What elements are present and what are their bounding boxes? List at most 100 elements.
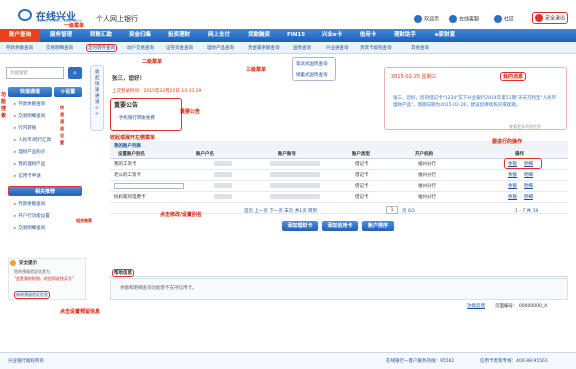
community-link[interactable]: 社区 xyxy=(494,15,514,23)
main-nav: 账户查询 服务管理 转账汇款 资金归集 投资理财 网上支付 贷款融资 FIN15… xyxy=(0,29,576,42)
col-branch: 开户机构 xyxy=(415,152,433,157)
nav-assistant[interactable]: 理财助手 xyxy=(386,29,424,42)
detail-link[interactable]: 明细 xyxy=(524,183,533,189)
quick-item[interactable]: 人民币/跨行汇款 xyxy=(14,137,51,143)
last-login: 上次登录时间：2015年02月25日 14:33:29 xyxy=(112,89,202,94)
logout-button[interactable]: 安全退出 xyxy=(532,12,569,24)
subnav-vip[interactable]: 贵宾卡级别查询 xyxy=(360,45,392,51)
welcome-page-link[interactable]: 欢迎页 xyxy=(414,15,439,23)
masked-name xyxy=(214,161,232,166)
message-more-link[interactable]: 查看更多消息信息 xyxy=(509,124,541,130)
feedback-link[interactable]: 功能反馈 xyxy=(467,303,485,309)
message-label: 我的消息 xyxy=(500,72,527,81)
message-body[interactable]: 张三，您好，您的借记卡*1234"实下兴业银行2014年第51期"天天万利宝"人… xyxy=(393,95,559,109)
balance-link[interactable]: 余额 xyxy=(508,172,517,178)
balance-link[interactable]: 余额 xyxy=(508,183,517,189)
page-input[interactable]: 1 xyxy=(386,206,398,214)
nav-service[interactable]: 服务管理 xyxy=(42,29,80,42)
annotation-collapse: 收起或展开左侧菜单 xyxy=(110,135,156,141)
tips-title: 安全提示 xyxy=(19,261,37,266)
masked-name xyxy=(214,194,232,199)
nav-fin15[interactable]: FIN15 xyxy=(280,29,312,42)
nav-invest[interactable]: 投资理财 xyxy=(160,29,198,42)
balance-link[interactable]: 余额 xyxy=(508,161,517,167)
nav-ecard[interactable]: 兴业e卡 xyxy=(314,29,350,42)
detail-link[interactable]: 明细 xyxy=(524,172,533,178)
subnav-xyt[interactable]: 兴业通查询 xyxy=(326,45,349,51)
related-title: 相关推荐 xyxy=(8,186,82,196)
subnav-other[interactable]: 其他查询 xyxy=(411,45,429,51)
annotation-l2: 二级菜单 xyxy=(142,59,163,65)
related-item[interactable]: 交易明细查询 xyxy=(14,225,45,231)
balance-link[interactable]: 余额 xyxy=(508,194,517,200)
help-text: 余额和明细查询功能暂不支持信用卡。 xyxy=(120,286,197,291)
quick-item[interactable]: 行内转账 xyxy=(14,125,36,131)
detail-link[interactable]: 明细 xyxy=(524,161,533,167)
header xyxy=(0,0,576,29)
subnav-deposit[interactable]: 存款余额查询 xyxy=(6,45,33,51)
online-service-link[interactable]: 在线客服 xyxy=(449,15,479,23)
annotation-notice: 重要公告 xyxy=(180,109,201,115)
account-alias[interactable]: 妈妈家的电费卡 xyxy=(114,194,146,200)
masked-number xyxy=(270,172,320,177)
sort-accounts-button[interactable]: 账户排序 xyxy=(362,221,394,231)
related-item[interactable]: 存款余额查询 xyxy=(14,201,45,207)
col-number: 账户账号 xyxy=(278,152,296,157)
subnav-fixed[interactable]: 定时转存查询 xyxy=(86,44,117,52)
table-row xyxy=(110,170,568,181)
nav-funds[interactable]: 资金归集 xyxy=(122,29,158,42)
add-credit-card-button[interactable]: 添加信用卡 xyxy=(322,221,358,231)
page-go-button[interactable]: 页 GO xyxy=(402,208,415,214)
account-alias[interactable]: 老公的工资卡 xyxy=(114,172,141,178)
subnav-metal[interactable]: 贵金属余额查询 xyxy=(248,45,280,51)
page-total: 1 - 7 共 19 xyxy=(515,209,539,214)
quick-item[interactable]: 信用卡申请 xyxy=(14,173,41,179)
tips-body: 您的预留验证信息为 xyxy=(14,269,50,274)
quick-item[interactable]: 理财产品购买 xyxy=(14,149,45,155)
col-alias: 设置账户别名 xyxy=(118,152,145,157)
notice-item[interactable]: 手机银行转账免费 xyxy=(116,115,155,121)
quick-settings-button[interactable]: ⚙设置 xyxy=(54,87,82,97)
dropdown-item[interactable]: 储蓄式国债查询 xyxy=(296,72,328,78)
subnav-wealth[interactable]: 理财产品查询 xyxy=(207,45,234,51)
detail-link[interactable]: 明细 xyxy=(524,194,533,200)
nav-account-query[interactable]: 账户查询 xyxy=(0,29,40,42)
function-search-input[interactable]: 功能搜索 xyxy=(6,67,64,79)
quick-item[interactable]: 交易明细查询 xyxy=(14,113,45,119)
nav-credit-card[interactable]: 信用卡 xyxy=(352,29,384,42)
account-branch: 福州分行 xyxy=(418,173,436,178)
nav-efamily[interactable]: e家财富 xyxy=(426,29,464,42)
subnav-active[interactable]: 动户交易查询 xyxy=(127,45,154,51)
col-name: 账户户名 xyxy=(196,152,214,157)
message-date: 2015-02-25 星期三 xyxy=(391,74,437,80)
account-alias[interactable] xyxy=(114,183,184,189)
col-type: 账户类型 xyxy=(352,152,370,157)
annotation-l1: 一级菜单 xyxy=(64,23,85,29)
pager[interactable]: 首页 上一页 下一页 末页 共1页 转到 xyxy=(244,208,317,214)
tips-edit-link[interactable]: 修改预留验证信息 xyxy=(14,291,50,299)
subnav-detail[interactable]: 交易明细查询 xyxy=(46,45,73,51)
account-alias[interactable]: 我的工资卡 xyxy=(114,161,137,167)
dropdown-item[interactable]: 笔试式国债查询 xyxy=(296,61,328,67)
annotation-l3: 三级菜单 xyxy=(246,67,267,73)
table-title: 我的账户列表 xyxy=(114,144,141,149)
quick-channel-title: 快速通道 xyxy=(8,87,52,97)
power-icon xyxy=(535,14,543,22)
nav-loan[interactable]: 贷款融资 xyxy=(240,29,278,42)
add-wealth-card-button[interactable]: 添加理财卡 xyxy=(282,221,318,231)
related-item[interactable]: 开户行功能设置 xyxy=(14,213,50,219)
masked-number xyxy=(270,161,320,166)
collapse-label[interactable]: 收起快速通道<< xyxy=(95,70,101,118)
quick-item[interactable]: 存款余额查询 xyxy=(14,101,45,107)
search-button[interactable]: ⌕ xyxy=(68,67,82,79)
quick-item[interactable]: 我的理财产品 xyxy=(14,161,45,167)
subnav-securities[interactable]: 证券资金查询 xyxy=(166,45,193,51)
subnav-bond[interactable]: 国债查询 xyxy=(293,45,311,51)
nav-transfer[interactable]: 转账汇款 xyxy=(82,29,120,42)
alert-icon xyxy=(10,260,16,266)
masked-number xyxy=(270,194,320,199)
account-type: 借记卡 xyxy=(355,195,369,200)
search-icon: ⌕ xyxy=(73,69,77,77)
tips-message: "会是我的财朋，的信同说快买号" xyxy=(14,276,74,281)
nav-payment[interactable]: 网上支付 xyxy=(200,29,238,42)
